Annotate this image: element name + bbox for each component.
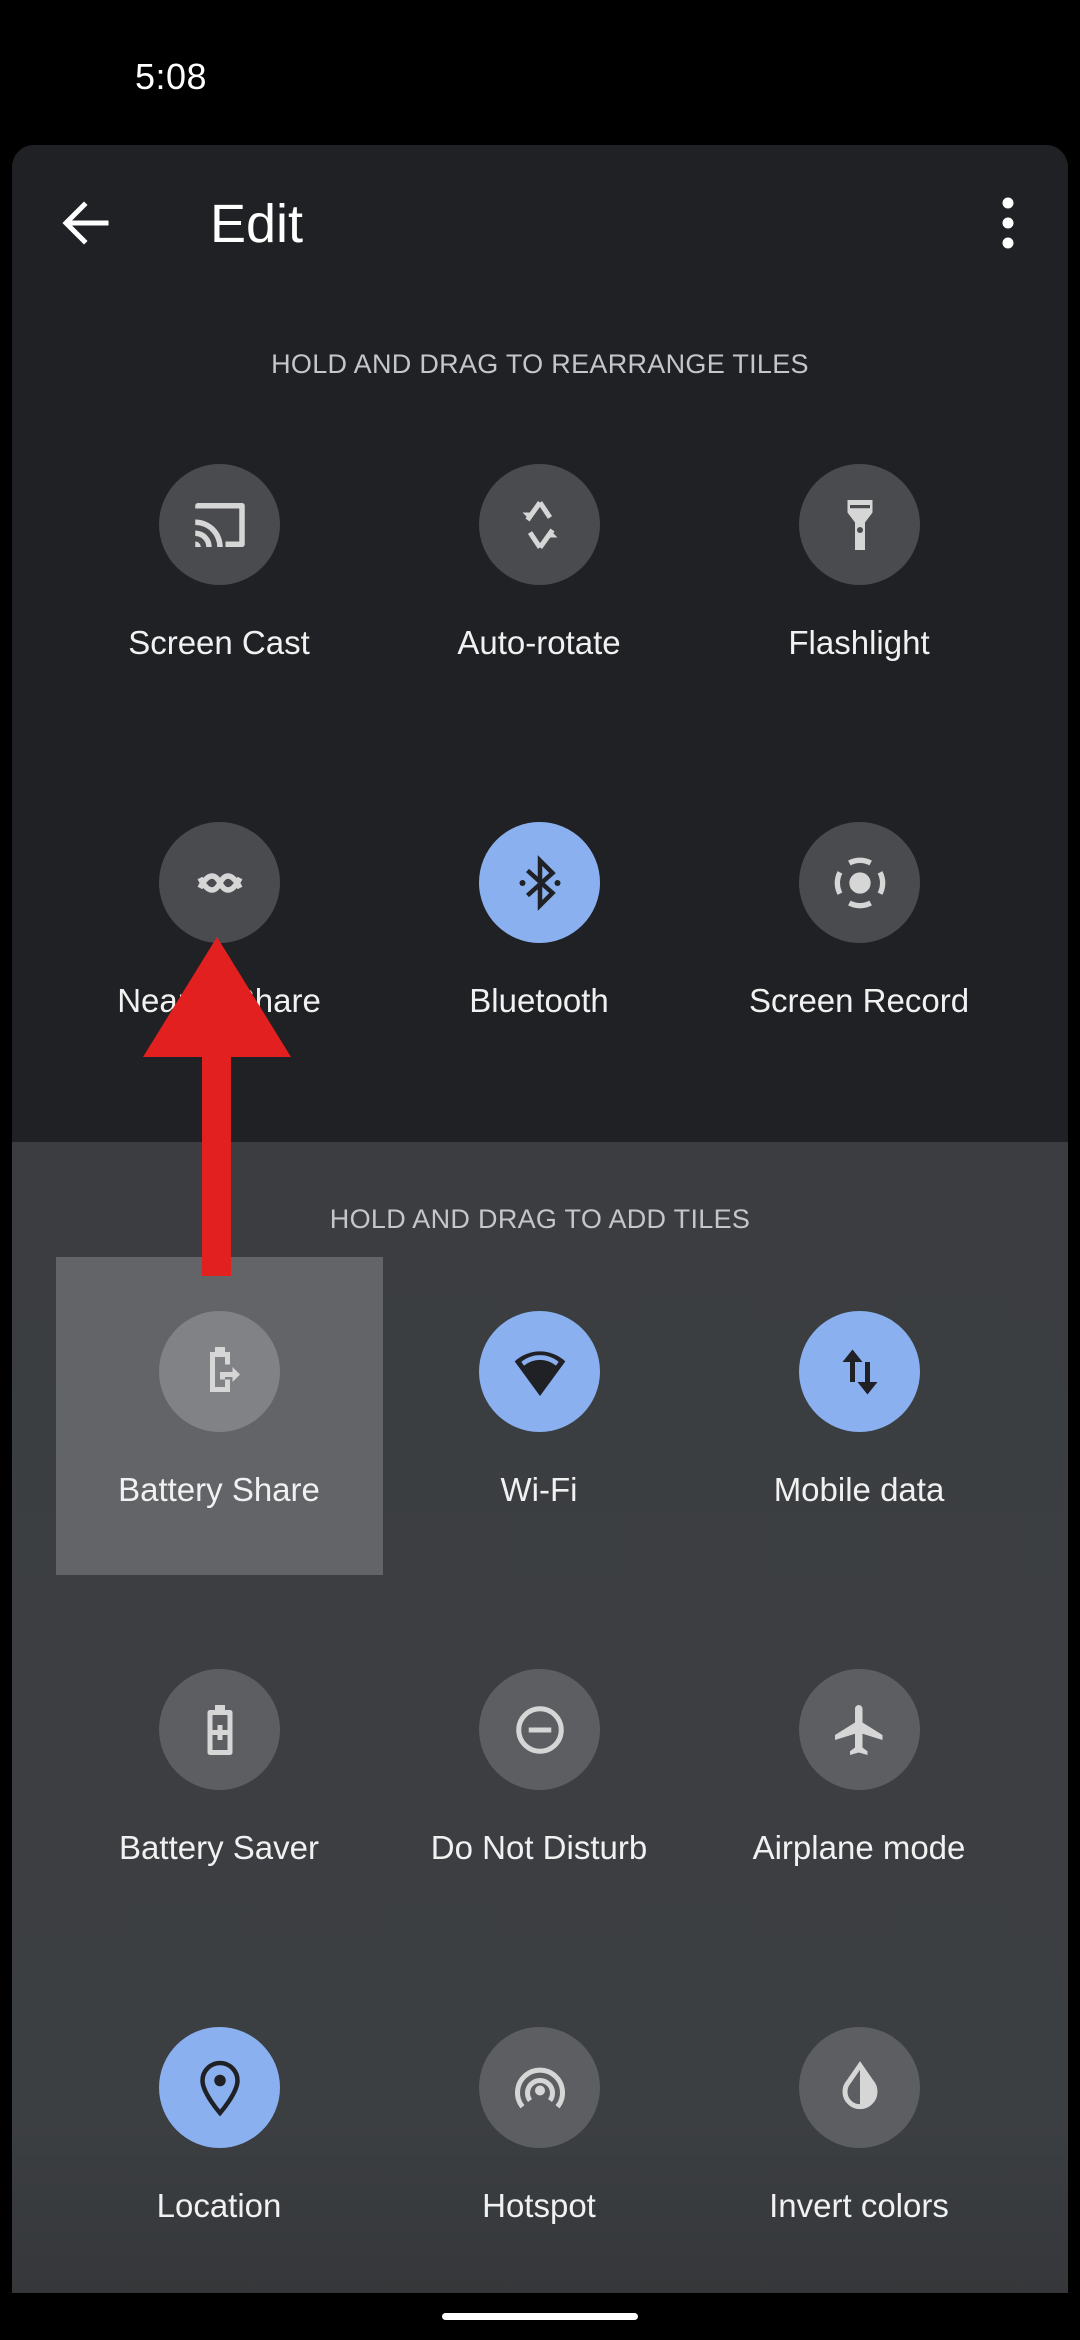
tile-hotspot[interactable]: Hotspot — [379, 2027, 699, 2293]
tile-label: Screen Record — [748, 982, 970, 1019]
page-title: Edit — [210, 194, 304, 254]
tile-airplane-mode[interactable]: Airplane mode — [699, 1669, 1019, 1969]
do-not-disturb-icon — [515, 1705, 564, 1754]
status-bar-time: 5:08 — [135, 56, 208, 97]
more-vert-icon — [1002, 197, 1014, 249]
more-options-button[interactable] — [988, 193, 1028, 253]
tile-label: Wi-Fi — [500, 1471, 578, 1508]
add-tiles-heading: HOLD AND DRAG TO ADD TILES — [329, 1204, 751, 1234]
airplane-icon — [834, 1704, 882, 1755]
tile-icon-bg — [479, 1669, 600, 1790]
tile-icon-bg — [159, 1669, 280, 1790]
location-icon — [199, 2060, 240, 2116]
tile-mobile-data[interactable]: Mobile data — [699, 1311, 1019, 1611]
tile-label: Location — [156, 2187, 282, 2224]
auto-rotate-icon — [522, 500, 557, 549]
tile-nearby-share[interactable]: Nearby Share — [59, 822, 379, 1122]
tile-icon-bg — [479, 822, 600, 943]
tile-icon-bg — [479, 464, 600, 585]
rearrange-heading: HOLD AND DRAG TO REARRANGE TILES — [271, 349, 809, 379]
tile-label: Nearby Share — [117, 982, 321, 1019]
battery-share-icon — [209, 1346, 240, 1392]
toolbar: Edit — [12, 145, 1068, 297]
tile-battery-saver[interactable]: Battery Saver — [59, 1669, 379, 1969]
tile-bluetooth[interactable]: Bluetooth — [379, 822, 699, 1122]
qs-edit-panel: Edit HOLD AND DRAG TO REARRANGE TILES Sc… — [12, 145, 1068, 2293]
tile-icon-bg — [159, 464, 280, 585]
tile-icon-bg — [799, 464, 920, 585]
tile-icon-bg — [159, 822, 280, 943]
battery-saver-icon — [207, 1704, 232, 1755]
tile-icon-bg — [799, 1669, 920, 1790]
flashlight-icon — [847, 499, 872, 550]
tile-icon-bg — [799, 2027, 920, 2148]
tile-label: Screen Cast — [128, 624, 310, 661]
nearby-share-icon — [197, 872, 242, 893]
tile-label: Airplane mode — [752, 1829, 966, 1866]
tile-label: Mobile data — [773, 1471, 945, 1508]
tile-icon-bg — [479, 2027, 600, 2148]
back-button[interactable] — [56, 193, 116, 253]
hotspot-icon — [514, 2067, 565, 2108]
available-tiles-area: HOLD AND DRAG TO ADD TILES Battery Share… — [12, 1142, 1068, 2293]
tile-label: Battery Share — [118, 1471, 320, 1508]
mobile-data-icon — [842, 1349, 877, 1394]
tile-do-not-disturb[interactable]: Do Not Disturb — [379, 1669, 699, 1969]
tile-icon-bg — [159, 2027, 280, 2148]
wifi-icon — [514, 1350, 565, 1396]
home-gesture-handle[interactable] — [442, 2313, 638, 2320]
tile-icon-bg — [799, 1311, 920, 1432]
arrow-back-icon — [62, 201, 109, 245]
cast-icon — [194, 502, 245, 547]
tile-label: Hotspot — [482, 2187, 596, 2224]
tile-label: Auto-rotate — [457, 624, 621, 661]
tile-icon-bg — [159, 1311, 280, 1432]
tile-icon-bg — [479, 1311, 600, 1432]
tile-label: Do Not Disturb — [430, 1829, 648, 1866]
tile-auto-rotate[interactable]: Auto-rotate — [379, 464, 699, 764]
tile-wifi[interactable]: Wi-Fi — [379, 1311, 699, 1611]
tile-label: Bluetooth — [469, 982, 609, 1019]
tile-icon-bg — [799, 822, 920, 943]
screen-record-icon — [834, 857, 885, 908]
tile-label: Battery Saver — [119, 1829, 319, 1866]
tile-label: Invert colors — [769, 2187, 949, 2224]
tile-label: Flashlight — [788, 624, 930, 661]
tile-location[interactable]: Location — [59, 2027, 379, 2293]
tile-invert-colors[interactable]: Invert colors — [699, 2027, 1019, 2293]
invert-colors-icon — [842, 2060, 877, 2109]
tile-screen-cast[interactable]: Screen Cast — [59, 464, 379, 764]
tile-battery-share[interactable]: Battery Share — [59, 1311, 379, 1611]
tile-flashlight[interactable]: Flashlight — [699, 464, 1019, 764]
bluetooth-icon — [519, 854, 560, 911]
tile-screen-record[interactable]: Screen Record — [699, 822, 1019, 1122]
navigation-bar — [0, 2293, 1080, 2340]
